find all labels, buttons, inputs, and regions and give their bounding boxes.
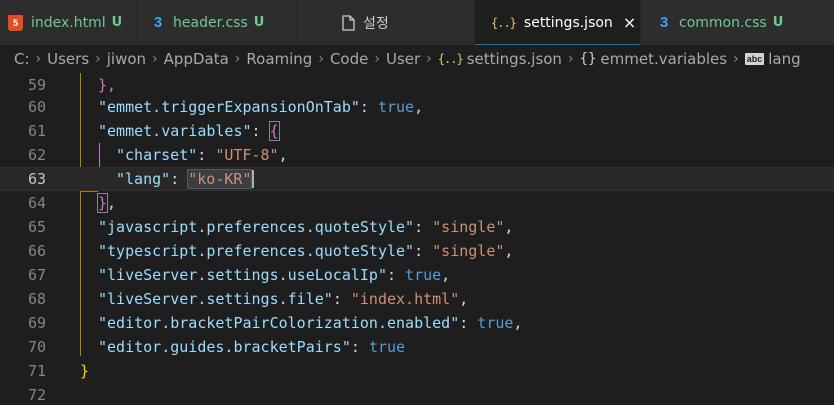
selected-string: "ko-KR" [187, 168, 253, 189]
json-braces-icon: {..} [437, 52, 464, 66]
chevron-right-icon: › [426, 51, 432, 67]
tab-common-css[interactable]: 3 common.css U [641, 0, 834, 45]
line-number: 72 [27, 386, 46, 404]
tab-header-css[interactable]: 3 header.css U [137, 0, 297, 45]
editor-tab-bar: 5 index.html U 3 header.css U 설정 {..} se… [0, 0, 834, 45]
matched-bracket: { [268, 121, 280, 141]
file-icon [341, 14, 355, 31]
line-number: 59 [27, 76, 46, 94]
css3-icon: 3 [659, 14, 669, 31]
matched-bracket: } [96, 193, 109, 213]
code-line: 67 "liveServer.settings.useLocalIp": tru… [0, 263, 834, 287]
chevron-right-icon: › [35, 51, 42, 67]
breadcrumb-item-lang[interactable]: abc lang [744, 50, 801, 68]
line-number: 63 [27, 170, 46, 188]
html5-icon: 5 [8, 14, 23, 31]
untracked-badge: U [111, 15, 123, 30]
code-line: 59 }, [0, 73, 834, 97]
breadcrumb: C: › Users › jiwon › AppData › Roaming ›… [0, 45, 834, 73]
code-line: 71 } [0, 359, 834, 383]
tab-label: 설정 [363, 15, 389, 32]
line-number: 71 [27, 362, 46, 380]
code-line: 66 "typescript.preferences.quoteStyle": … [0, 239, 834, 263]
line-number: 70 [27, 338, 46, 356]
breadcrumb-item-user[interactable]: User [386, 50, 420, 68]
tab-label: header.css [173, 14, 248, 31]
breadcrumb-item-code[interactable]: Code [330, 50, 368, 68]
tab-settings-ui[interactable]: 설정 [297, 0, 475, 45]
chevron-right-icon: › [318, 51, 324, 67]
line-number: 67 [27, 266, 46, 284]
chevron-right-icon: › [733, 51, 739, 67]
chevron-right-icon: › [152, 51, 158, 67]
breadcrumb-item-settings-json[interactable]: {..} settings.json [438, 50, 562, 68]
breadcrumb-item-jiwon[interactable]: jiwon [107, 50, 146, 68]
line-number: 60 [27, 98, 46, 116]
code-editor[interactable]: 59 }, 60 "emmet.triggerExpansionOnTab": … [0, 73, 834, 405]
tab-label: index.html [31, 14, 106, 31]
code-line: 61 "emmet.variables": { [0, 119, 834, 143]
chevron-right-icon: › [567, 51, 574, 67]
line-number: 61 [27, 122, 46, 140]
code-line: 62 "charset": "UTF-8", [0, 143, 834, 167]
tab-label: common.css [679, 14, 767, 31]
code-line: 69 "editor.bracketPairColorization.enabl… [0, 311, 834, 335]
code-line-current: 63 "lang": "ko-KR" [0, 167, 834, 191]
line-number: 69 [27, 314, 46, 332]
breadcrumb-item-appdata[interactable]: AppData [164, 50, 229, 68]
code-line: 64 }, [0, 191, 834, 215]
tab-index-html[interactable]: 5 index.html U [0, 0, 137, 45]
code-line: 65 "javascript.preferences.quoteStyle": … [0, 215, 834, 239]
string-type-icon: abc [744, 53, 765, 65]
line-number: 64 [27, 194, 46, 212]
breadcrumb-item-roaming[interactable]: Roaming [246, 50, 312, 68]
close-tab-icon[interactable]: × [623, 14, 636, 31]
tab-settings-json[interactable]: {..} settings.json × [475, 0, 641, 45]
css3-icon: 3 [153, 14, 163, 31]
text-cursor [252, 170, 255, 189]
code-line: 68 "liveServer.settings.file": "index.ht… [0, 287, 834, 311]
code-line: 60 "emmet.triggerExpansionOnTab": true, [0, 95, 834, 119]
breadcrumb-item-users[interactable]: Users [47, 50, 89, 68]
line-number: 66 [27, 242, 46, 260]
breadcrumb-item-emmet-variables[interactable]: {} emmet.variables [580, 50, 728, 68]
breadcrumb-item-drive[interactable]: C: [14, 50, 30, 68]
json-braces-icon: {..} [491, 15, 517, 30]
line-number: 65 [27, 218, 46, 236]
tab-label: settings.json [523, 14, 613, 31]
code-line: 70 "editor.guides.bracketPairs": true [0, 335, 834, 359]
line-number: 68 [27, 290, 46, 308]
line-number: 62 [27, 146, 46, 164]
chevron-right-icon: › [234, 51, 241, 67]
untracked-badge: U [253, 15, 265, 30]
chevron-right-icon: › [374, 51, 380, 67]
object-braces-icon: {} [579, 51, 597, 67]
chevron-right-icon: › [95, 51, 101, 67]
code-line: 72 [0, 383, 834, 405]
untracked-badge: U [772, 15, 784, 30]
